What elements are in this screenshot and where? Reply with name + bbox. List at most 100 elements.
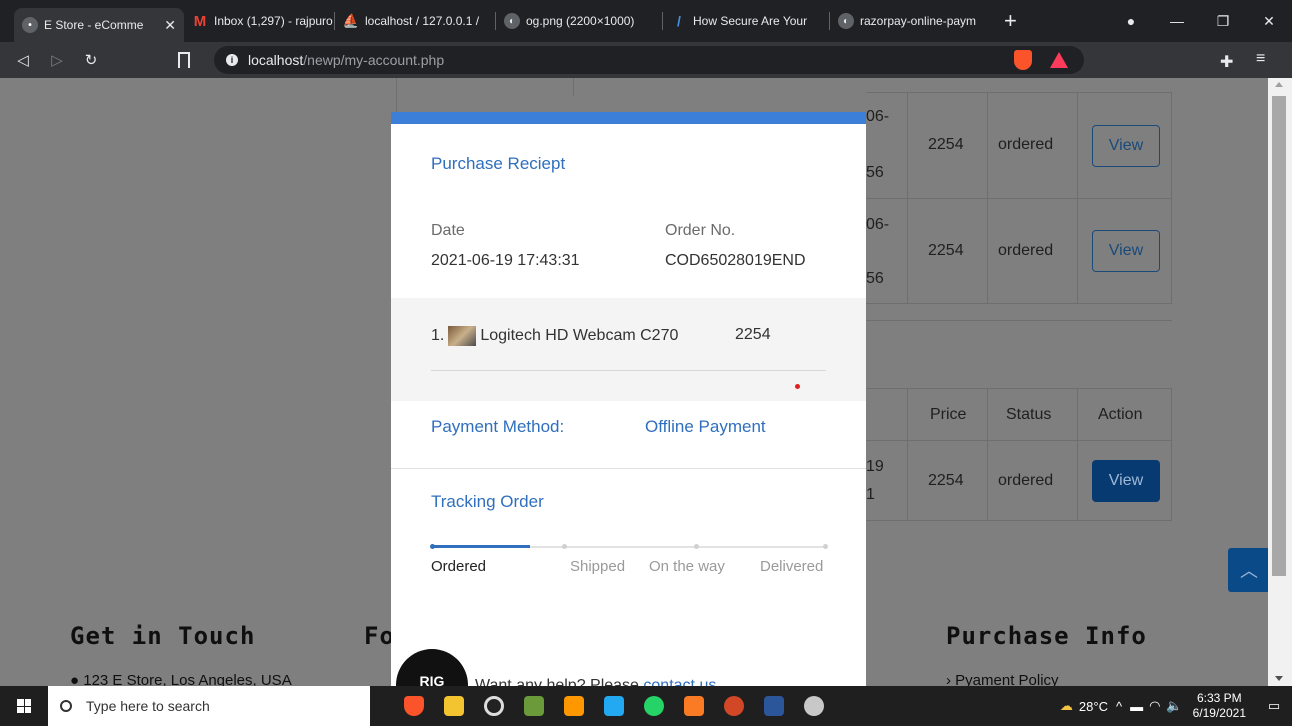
new-tab-button[interactable]: + bbox=[990, 8, 1031, 34]
order-price: 2254 bbox=[928, 136, 964, 153]
back-icon[interactable]: ◁ bbox=[6, 51, 40, 69]
sublime-text-icon[interactable] bbox=[554, 686, 594, 726]
wifi-icon[interactable]: ◠ bbox=[1149, 698, 1160, 714]
order-price: 2254 bbox=[928, 472, 964, 489]
order-price: 2254 bbox=[928, 242, 964, 259]
table-border bbox=[866, 198, 1172, 199]
globe-icon: ◐ bbox=[504, 13, 520, 29]
column-header-status: Status bbox=[1006, 406, 1052, 423]
step-delivered: Delivered bbox=[760, 558, 824, 575]
brave-browser-icon[interactable] bbox=[394, 686, 434, 726]
view-order-button[interactable]: View bbox=[1092, 460, 1160, 502]
brave-rewards-icon[interactable] bbox=[1050, 52, 1068, 68]
paint-icon[interactable] bbox=[794, 686, 834, 726]
close-window-icon[interactable]: ✕ bbox=[1246, 13, 1292, 30]
search-placeholder: Type here to search bbox=[86, 698, 210, 714]
scrollbar-thumb[interactable] bbox=[1272, 96, 1286, 576]
tab-title: razorpay-online-paym bbox=[860, 14, 977, 28]
tab-gmail[interactable]: M Inbox (1,297) - rajpuro bbox=[184, 4, 334, 38]
phpmyadmin-icon: ⛵ bbox=[342, 13, 360, 28]
taskbar-clock[interactable]: 6:33 PM 6/19/2021 bbox=[1193, 691, 1246, 721]
tab-phpmyadmin[interactable]: ⛵ localhost / 127.0.0.1 / bbox=[335, 4, 495, 38]
profile-icon[interactable]: ● bbox=[1108, 13, 1154, 29]
forward-icon[interactable]: ▷ bbox=[40, 51, 74, 69]
address-bar[interactable]: i localhost/newp/my-account.php bbox=[214, 46, 1084, 74]
table-border bbox=[907, 388, 908, 520]
help-text: Want any help? Please bbox=[475, 677, 644, 686]
page-scrollbar[interactable] bbox=[1268, 78, 1292, 686]
tab-og-png[interactable]: ◐ og.png (2200×1000) bbox=[496, 4, 662, 38]
tab-razorpay[interactable]: ◐ razorpay-online-paym bbox=[830, 4, 990, 38]
table-border bbox=[573, 78, 574, 96]
notifications-icon[interactable]: ▭ bbox=[1256, 698, 1292, 714]
word-icon[interactable] bbox=[754, 686, 794, 726]
tray-chevron-icon[interactable]: ^ bbox=[1116, 699, 1122, 714]
item-index: 1. bbox=[431, 327, 445, 345]
order-item: 1. Logitech HD Webcam C270 bbox=[431, 326, 678, 346]
whatsapp-icon[interactable] bbox=[634, 686, 674, 726]
order-date-fragment: 56 bbox=[866, 270, 884, 287]
back-to-top-button[interactable]: ︿ bbox=[1228, 548, 1270, 592]
media-player-icon[interactable] bbox=[474, 686, 514, 726]
section-divider bbox=[866, 320, 1172, 321]
table-border bbox=[866, 520, 1172, 521]
column-header-price: Price bbox=[930, 406, 967, 423]
table-border bbox=[987, 388, 988, 520]
restore-icon[interactable]: ❐ bbox=[1200, 13, 1246, 30]
scroll-down-arrow-icon[interactable] bbox=[1275, 676, 1283, 681]
taskbar-search-box[interactable]: Type here to search bbox=[48, 686, 370, 726]
brave-shield-icon[interactable] bbox=[1014, 50, 1032, 70]
close-tab-icon[interactable]: ✕ bbox=[164, 17, 176, 34]
powerpoint-icon[interactable] bbox=[714, 686, 754, 726]
payment-method-label: Payment Method: bbox=[431, 417, 565, 436]
contact-us-link[interactable]: contact us bbox=[643, 677, 716, 686]
windows-start-icon[interactable] bbox=[0, 686, 48, 726]
tab-title: How Secure Are Your bbox=[693, 14, 808, 28]
step-dot bbox=[823, 544, 828, 549]
tracking-order-title: Tracking Order bbox=[431, 492, 544, 511]
browser-tab-bar: • E Store - eComme ✕ M Inbox (1,297) - r… bbox=[0, 0, 1292, 42]
tab-title: Inbox (1,297) - rajpuro bbox=[214, 14, 333, 28]
bookmark-icon[interactable] bbox=[178, 52, 190, 68]
site-info-icon[interactable]: i bbox=[226, 54, 238, 66]
tab-secure[interactable]: / How Secure Are Your bbox=[663, 4, 829, 38]
weather-temp[interactable]: 28°C bbox=[1079, 699, 1108, 714]
product-thumbnail bbox=[448, 326, 477, 346]
system-tray: ☁ 28°C ^ ▬ ◠ 🔈 6:33 PM 6/19/2021 ▭ bbox=[1060, 686, 1292, 726]
tracking-progress-fill bbox=[431, 545, 530, 548]
gmail-icon: M bbox=[193, 12, 207, 30]
minecraft-icon[interactable] bbox=[514, 686, 554, 726]
table-border bbox=[1077, 388, 1078, 520]
modal-separator bbox=[391, 468, 866, 469]
view-order-button[interactable]: View bbox=[1092, 125, 1160, 167]
modal-accent-bar bbox=[391, 112, 866, 124]
tab-estore[interactable]: • E Store - eComme ✕ bbox=[14, 8, 184, 42]
xampp-icon[interactable] bbox=[674, 686, 714, 726]
purchase-receipt-modal: Purchase Reciept Date 2021-06-19 17:43:3… bbox=[391, 112, 866, 686]
order-number-value: COD65028019END bbox=[665, 252, 806, 269]
step-ordered: Ordered bbox=[431, 558, 487, 575]
extensions-icon[interactable]: ✚ bbox=[1220, 52, 1233, 72]
minimize-icon[interactable]: — bbox=[1154, 13, 1200, 29]
footer-address: ● 123 E Store, Los Angeles, USA bbox=[70, 672, 292, 686]
view-order-button[interactable]: View bbox=[1092, 230, 1160, 272]
menu-icon[interactable]: ≡ bbox=[1256, 50, 1265, 68]
address-text: 123 E Store, Los Angeles, USA bbox=[83, 672, 292, 686]
network-icon[interactable]: ▬ bbox=[1130, 699, 1143, 714]
file-explorer-icon[interactable] bbox=[434, 686, 474, 726]
footer-link-payment-policy[interactable]: › Pyament Policy bbox=[946, 672, 1059, 686]
scroll-up-arrow-icon[interactable] bbox=[1275, 82, 1283, 87]
tab-title: E Store - eComme bbox=[44, 18, 144, 32]
step-dot bbox=[694, 544, 699, 549]
estore-favicon-icon: • bbox=[22, 17, 38, 33]
reload-icon[interactable]: ↻ bbox=[74, 51, 108, 69]
window-controls: ● — ❐ ✕ bbox=[1108, 0, 1292, 42]
volume-icon[interactable]: 🔈 bbox=[1166, 698, 1182, 714]
help-message: Want any help? Please contact us bbox=[475, 677, 716, 686]
vscode-icon[interactable] bbox=[594, 686, 634, 726]
table-border bbox=[866, 388, 1172, 389]
weather-icon[interactable]: ☁ bbox=[1060, 698, 1073, 714]
avatar: RIG bbox=[396, 649, 468, 686]
order-date-fragment: 56 bbox=[866, 164, 884, 181]
windows-taskbar: Type here to search ☁ 28°C ^ ▬ ◠ 🔈 6:33 … bbox=[0, 686, 1292, 726]
